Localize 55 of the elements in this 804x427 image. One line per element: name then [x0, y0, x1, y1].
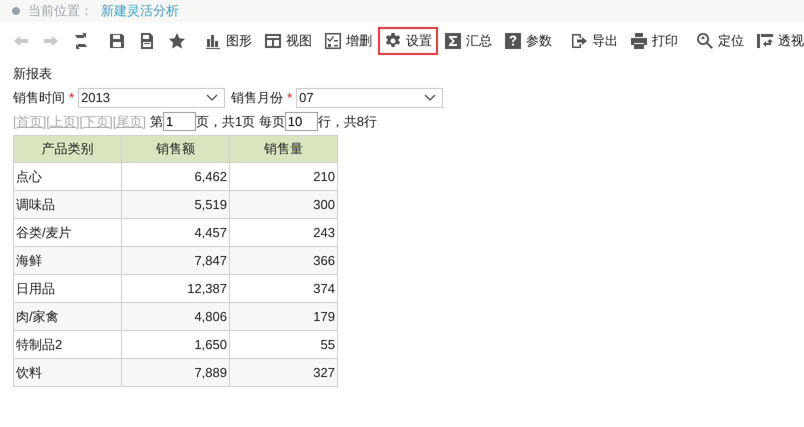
- report-title: 新报表: [13, 65, 53, 83]
- dropdown-field[interactable]: 2013: [78, 88, 226, 108]
- column-header: 销售量: [230, 136, 338, 162]
- page-number-field[interactable]: 1: [162, 112, 196, 131]
- table-cell: 7,847: [122, 246, 230, 274]
- table-cell: 327: [230, 358, 338, 386]
- column-header: 产品类别: [14, 136, 122, 162]
- printer-icon: [630, 32, 648, 50]
- magnifier-icon: [696, 32, 714, 50]
- filter-label: 销售时间: [13, 88, 65, 107]
- toolbar-button[interactable]: 参数: [498, 27, 558, 55]
- required-mark: *: [287, 88, 292, 107]
- breadcrumb-label: 当前位置：: [28, 2, 93, 20]
- bar-chart-icon: [204, 32, 222, 50]
- gear-icon: [384, 32, 402, 50]
- chevron-down-icon: [206, 94, 218, 102]
- table-cell: 肉/家禽: [14, 302, 122, 330]
- filter-label: 销售月份: [231, 88, 284, 107]
- export-icon: [570, 32, 588, 50]
- save-icon: [108, 32, 126, 50]
- table-cell: 饮料: [14, 358, 122, 386]
- table-cell: 179: [230, 302, 338, 330]
- table-cell: 调味品: [14, 190, 122, 218]
- toolbar-button[interactable]: 设置: [378, 27, 438, 55]
- column-header: 销售额: [122, 136, 230, 162]
- window-icon: [264, 32, 282, 50]
- pivot-icon: [756, 32, 774, 50]
- chevron-down-icon: [424, 94, 436, 102]
- table-cell: 300: [230, 190, 338, 218]
- toolbar-button[interactable]: 定位: [690, 27, 750, 55]
- bullet-icon: [12, 7, 20, 15]
- toolbar-button[interactable]: 汇总: [438, 27, 498, 55]
- sigma-icon: [444, 32, 462, 50]
- save-as-icon: [138, 32, 156, 50]
- toolbar-button[interactable]: 增删: [318, 27, 378, 55]
- toolbar-button[interactable]: 打印: [624, 27, 684, 55]
- table-cell: 4,806: [122, 302, 230, 330]
- table-cell: 海鲜: [14, 246, 122, 274]
- toolbar-button[interactable]: 透视: [750, 27, 804, 55]
- star-icon: [168, 32, 186, 50]
- table-cell: 7,889: [122, 358, 230, 386]
- checklist-icon: [324, 32, 342, 50]
- table-cell: 5,519: [122, 190, 230, 218]
- rows-per-page-field[interactable]: 10: [284, 112, 318, 131]
- pager-text: 第: [150, 112, 163, 130]
- dropdown-field[interactable]: 07: [296, 88, 444, 108]
- toolbar-button[interactable]: 导出: [564, 27, 624, 55]
- toolbar-button[interactable]: 视图: [258, 27, 318, 55]
- pager-text: 行，共8行: [318, 112, 378, 130]
- required-mark: *: [69, 88, 74, 107]
- toolbar-button[interactable]: 图形: [198, 27, 258, 55]
- refresh-icon: [72, 32, 90, 50]
- table-cell: 366: [230, 246, 338, 274]
- question-icon: [504, 32, 522, 50]
- pager-text: 页，共1页 每页: [196, 112, 285, 130]
